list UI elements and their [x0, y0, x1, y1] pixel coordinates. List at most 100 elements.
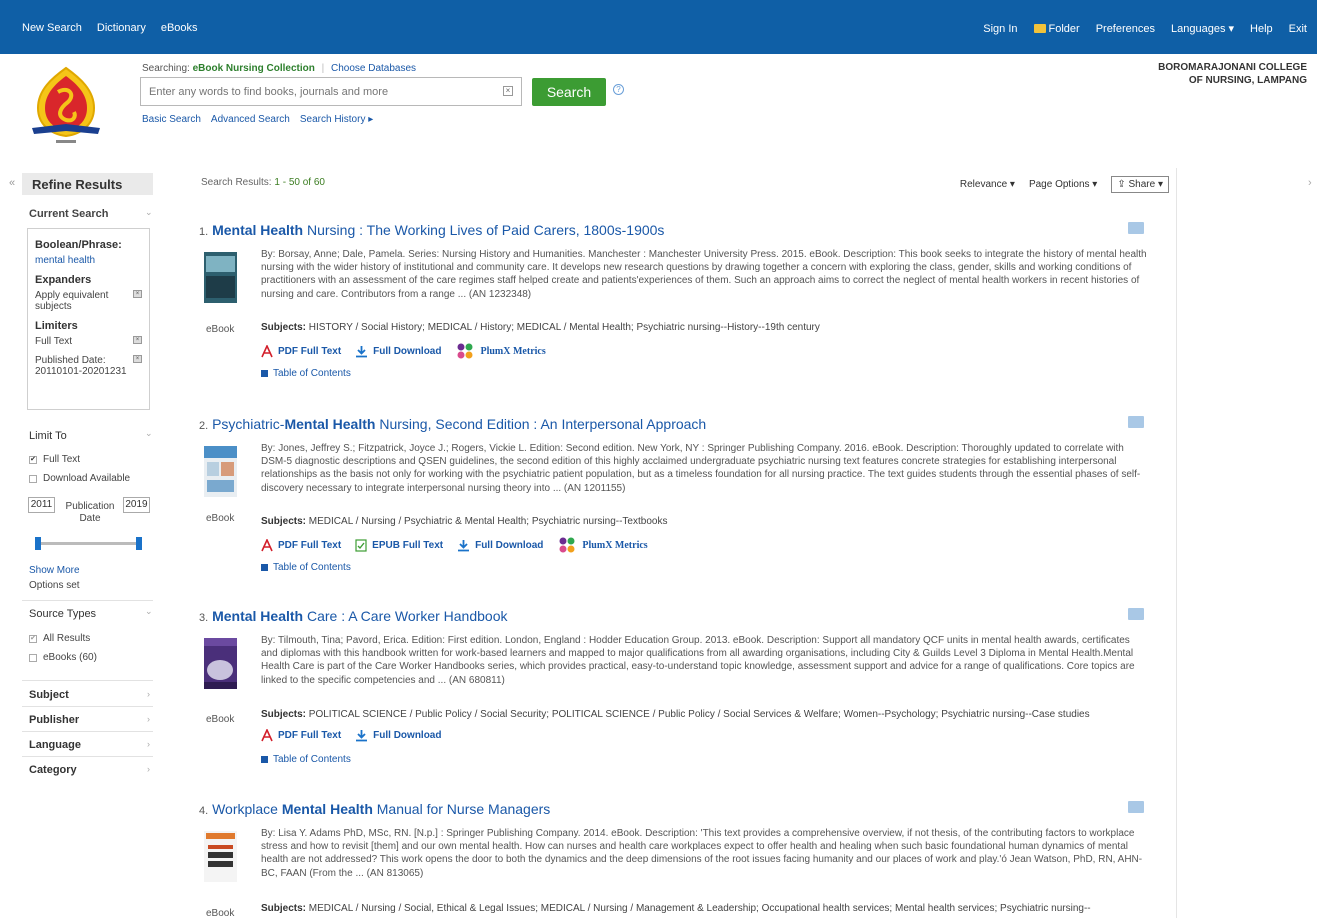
facet-publisher[interactable]: Publisher — [29, 714, 79, 726]
page-options-dropdown[interactable]: Page Options ▾ — [1029, 179, 1097, 190]
plumx-icon — [457, 343, 473, 359]
remove-icon[interactable]: × — [133, 355, 142, 363]
table-of-contents-link[interactable]: Table of Contents — [261, 562, 351, 573]
facet-language[interactable]: Language — [29, 739, 81, 751]
remove-icon[interactable]: × — [133, 336, 142, 344]
expander-item: Apply equivalent subjects × — [35, 290, 142, 312]
help-icon[interactable]: ? — [613, 84, 624, 95]
database-name: eBook Nursing Collection — [192, 63, 315, 74]
folder-link[interactable]: Folder — [1033, 23, 1080, 35]
book-cover[interactable] — [204, 831, 237, 882]
plumx-metrics-link[interactable]: PlumX Metrics — [557, 536, 648, 554]
languages-menu[interactable]: Languages ▾ — [1171, 22, 1234, 35]
table-of-contents-link[interactable]: Table of Contents — [261, 368, 351, 379]
result-item: 1. Mental Health Nursing : The Working L… — [199, 222, 1149, 382]
book-cover[interactable] — [204, 446, 237, 497]
remove-icon[interactable]: × — [133, 290, 142, 298]
boolean-phrase-value[interactable]: mental health — [35, 255, 142, 266]
result-description: By: Lisa Y. Adams PhD, MSc, RN. [N.p.] :… — [261, 828, 1143, 879]
result-item: 2. Psychiatric-Mental Health Nursing, Se… — [199, 416, 1149, 576]
pdf-full-text-link[interactable]: PDF Full Text — [261, 729, 341, 742]
book-cover[interactable] — [204, 638, 237, 689]
checkbox-checked-icon[interactable]: ✔ — [29, 455, 37, 464]
book-cover[interactable] — [204, 252, 237, 303]
publication-type: eBook — [206, 714, 235, 725]
current-search-title[interactable]: Current Search — [29, 208, 108, 220]
limit-to-title[interactable]: Limit To — [29, 430, 67, 442]
advanced-search-link[interactable]: Advanced Search — [211, 114, 290, 125]
search-input[interactable] — [141, 78, 481, 105]
slider-handle-from[interactable] — [35, 537, 41, 550]
result-title[interactable]: 3. Mental Health Care : A Care Worker Ha… — [199, 608, 1149, 624]
relevance-dropdown[interactable]: Relevance ▾ — [960, 179, 1015, 190]
new-search-link[interactable]: New Search — [22, 22, 82, 34]
add-to-folder-icon[interactable] — [1128, 608, 1144, 620]
full-download-link[interactable]: Full Download — [355, 729, 441, 742]
download-icon — [458, 539, 470, 551]
search-button[interactable]: Search — [532, 78, 606, 106]
plumx-metrics-link[interactable]: PlumX Metrics — [455, 342, 546, 360]
sort-bar: Relevance ▾ Page Options ▾ ⇪ Share ▾ — [960, 176, 1169, 193]
add-to-folder-icon[interactable] — [1128, 801, 1144, 813]
facet-subject[interactable]: Subject — [29, 689, 69, 701]
pdf-full-text-link[interactable]: PDF Full Text — [261, 344, 341, 358]
year-to-input[interactable]: 2019 — [123, 497, 150, 513]
ebooks-checkbox[interactable]: eBooks (60) — [29, 652, 97, 663]
options-set-label: Options set — [29, 580, 80, 591]
checkbox-icon[interactable] — [29, 474, 37, 483]
checkbox-checked-icon[interactable]: ✔ — [29, 634, 37, 643]
result-links: PDF Full Text EPUB Full Text Full Downlo… — [261, 536, 648, 554]
full-download-link[interactable]: Full Download — [355, 345, 441, 358]
slider-handle-to[interactable] — [136, 537, 142, 550]
year-from-input[interactable]: 2011 — [28, 497, 55, 513]
collapse-right-icon[interactable]: › — [1308, 177, 1312, 189]
add-to-folder-icon[interactable] — [1128, 416, 1144, 428]
result-title[interactable]: 2. Psychiatric-Mental Health Nursing, Se… — [199, 416, 1149, 432]
result-item: 3. Mental Health Care : A Care Worker Ha… — [199, 608, 1149, 768]
pdf-full-text-link[interactable]: PDF Full Text — [261, 538, 341, 552]
choose-databases-link[interactable]: Choose Databases — [331, 63, 416, 74]
search-history-link[interactable]: Search History ▸ — [300, 114, 373, 125]
full-download-link[interactable]: Full Download — [457, 539, 543, 552]
epub-full-text-link[interactable]: EPUB Full Text — [355, 538, 443, 552]
download-available-checkbox[interactable]: Download Available — [29, 473, 130, 484]
source-types-title[interactable]: Source Types — [29, 608, 96, 620]
collapse-left-icon[interactable]: « — [9, 177, 15, 189]
chevron-right-icon[interactable]: › — [147, 739, 150, 749]
table-of-contents-link[interactable]: Table of Contents — [261, 754, 351, 765]
pdf-icon — [261, 538, 273, 551]
institution-name: BOROMARAJONANI COLLEGE OF NURSING, LAMPA… — [1158, 62, 1307, 86]
exit-link[interactable]: Exit — [1289, 23, 1307, 35]
show-more-link[interactable]: Show More — [29, 565, 80, 576]
epub-icon — [355, 538, 367, 552]
divider — [22, 706, 153, 707]
result-description: By: Jones, Jeffrey S.; Fitzpatrick, Joyc… — [261, 443, 1141, 494]
dictionary-link[interactable]: Dictionary — [97, 22, 146, 34]
chevron-right-icon[interactable]: › — [147, 764, 150, 774]
ebooks-link[interactable]: eBooks — [161, 22, 198, 34]
chevron-down-icon[interactable]: ⌄ — [145, 207, 153, 218]
chevron-down-icon[interactable]: ⌄ — [145, 428, 153, 439]
facet-category[interactable]: Category — [29, 764, 77, 776]
chevron-down-icon[interactable]: ⌄ — [145, 606, 153, 617]
result-subjects: Subjects: MEDICAL / Nursing / Social, Et… — [261, 903, 1091, 914]
chevron-right-icon[interactable]: › — [147, 689, 150, 699]
add-to-folder-icon[interactable] — [1128, 222, 1144, 234]
full-text-checkbox[interactable]: ✔ Full Text — [29, 454, 80, 465]
right-column-divider — [1176, 168, 1177, 918]
divider — [22, 680, 153, 681]
share-button[interactable]: ⇪ Share ▾ — [1111, 176, 1169, 193]
basic-search-link[interactable]: Basic Search — [142, 114, 201, 125]
help-link[interactable]: Help — [1250, 23, 1273, 35]
publication-type: eBook — [206, 324, 235, 335]
result-title[interactable]: 4. Workplace Mental Health Manual for Nu… — [199, 801, 1149, 817]
result-title[interactable]: 1. Mental Health Nursing : The Working L… — [199, 222, 1149, 238]
checkbox-icon[interactable] — [29, 653, 37, 662]
preferences-link[interactable]: Preferences — [1096, 23, 1155, 35]
chevron-right-icon[interactable]: › — [147, 714, 150, 724]
divider — [22, 600, 153, 601]
clear-icon[interactable]: × — [503, 86, 513, 96]
sign-in-link[interactable]: Sign In — [983, 23, 1017, 35]
date-slider-track[interactable] — [37, 542, 139, 545]
all-results-checkbox[interactable]: ✔ All Results — [29, 633, 90, 644]
